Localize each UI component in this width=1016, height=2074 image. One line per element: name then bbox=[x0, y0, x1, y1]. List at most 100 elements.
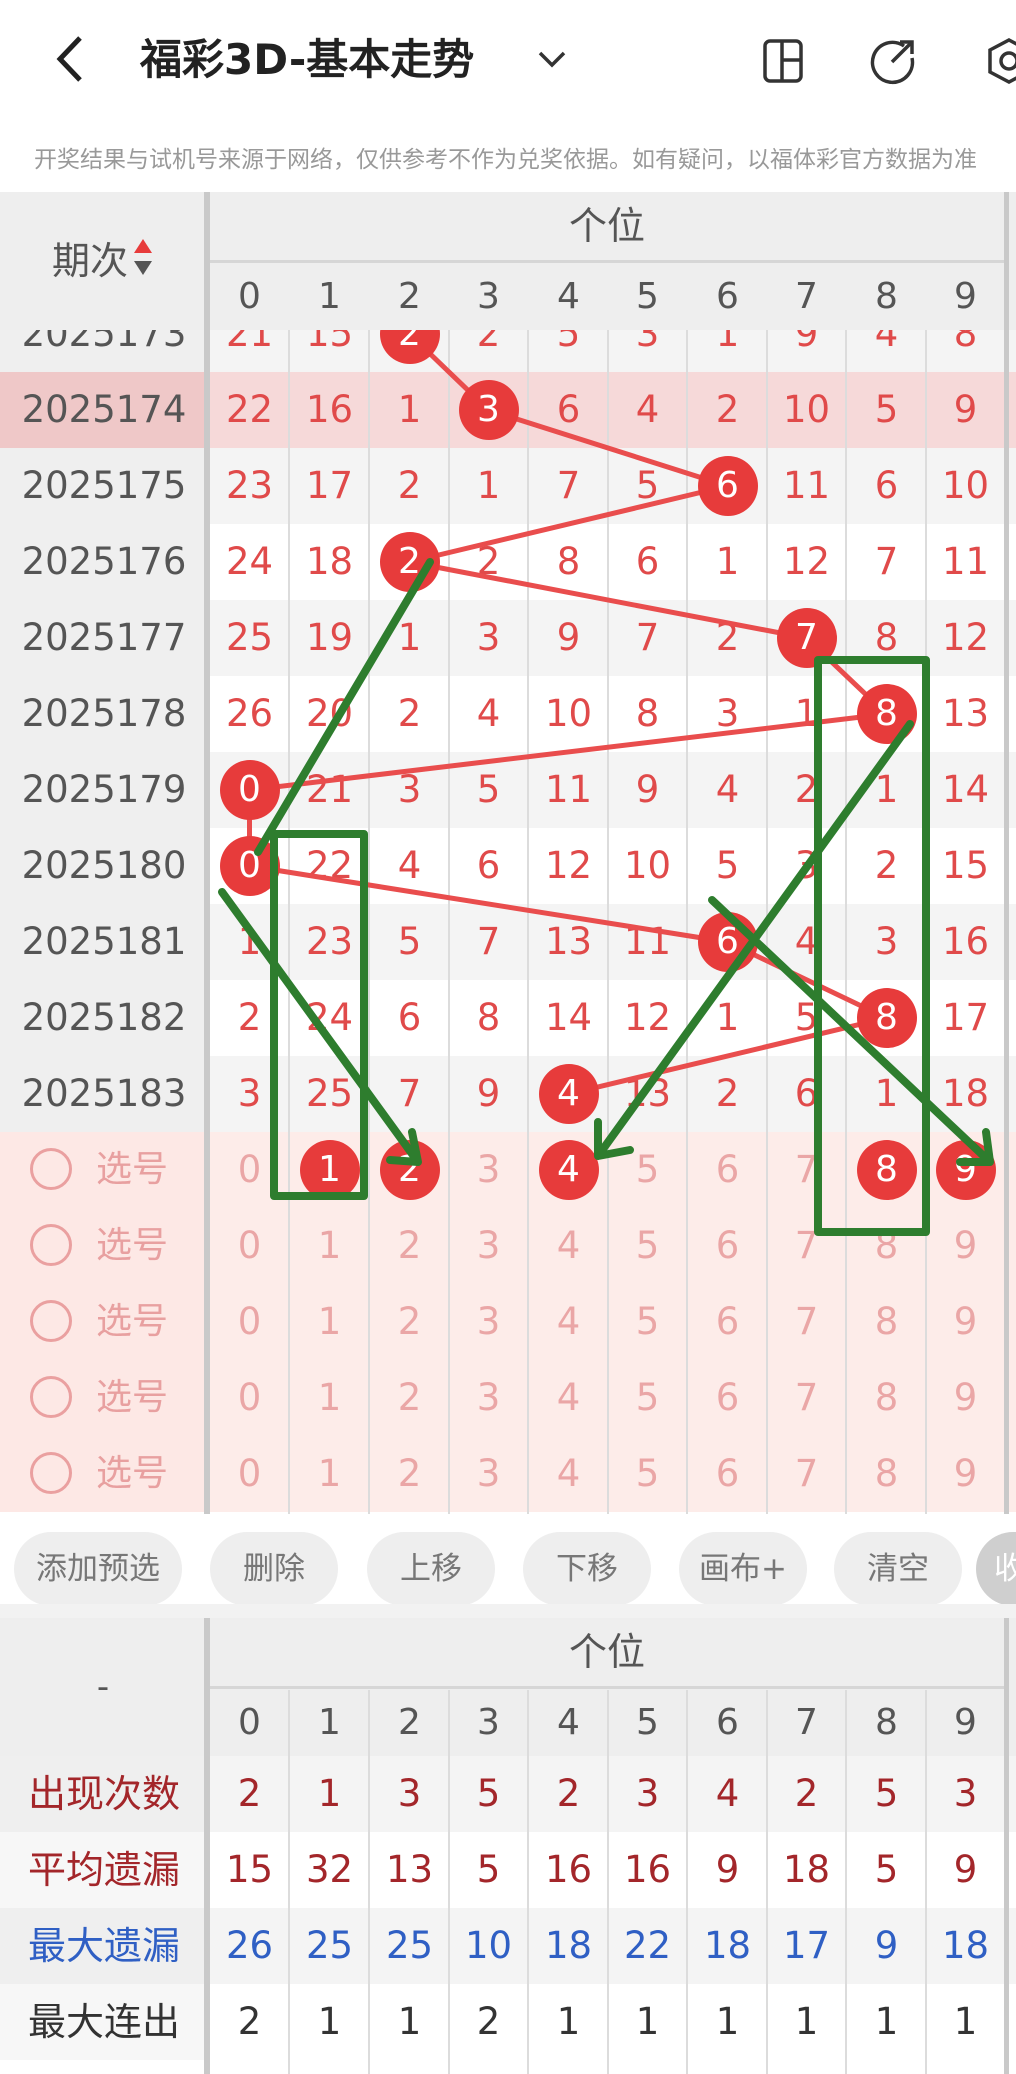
chevron-down-icon[interactable] bbox=[535, 42, 569, 76]
select-digit[interactable]: 1 bbox=[290, 1284, 369, 1360]
settings-icon[interactable] bbox=[984, 36, 1016, 86]
action-button-0[interactable]: 添加预选 bbox=[14, 1532, 182, 1606]
stats-row-label: 最大遗漏 bbox=[0, 1908, 208, 1984]
select-label[interactable]: 选号 bbox=[96, 1208, 168, 1284]
select-digit[interactable]: 0 bbox=[210, 1208, 289, 1284]
select-digit[interactable]: 8 bbox=[847, 1284, 926, 1360]
select-digit[interactable]: 8 bbox=[847, 1436, 926, 1512]
select-digit[interactable]: 5 bbox=[608, 1132, 687, 1208]
action-button-3[interactable]: 下移 bbox=[523, 1532, 651, 1606]
miss-count: 16 bbox=[305, 388, 354, 431]
select-label[interactable]: 选号 bbox=[96, 1132, 168, 1208]
selected-ball[interactable]: 2 bbox=[379, 1140, 440, 1200]
select-digit[interactable]: 5 bbox=[608, 1284, 687, 1360]
select-digit[interactable]: 3 bbox=[449, 1284, 528, 1360]
select-digit[interactable]: 4 bbox=[529, 1436, 608, 1512]
select-radio[interactable] bbox=[30, 1148, 72, 1190]
miss-count: 1 bbox=[397, 616, 422, 659]
select-row: 选号 0 1 2 3 4 5 6 7 8 9 bbox=[0, 1208, 1016, 1284]
period-header[interactable]: 期次 bbox=[0, 192, 206, 330]
select-radio[interactable] bbox=[30, 1300, 72, 1342]
miss-count: 15 bbox=[941, 844, 990, 887]
select-digit[interactable]: 0 bbox=[210, 1360, 289, 1436]
selected-ball[interactable]: 9 bbox=[935, 1140, 996, 1200]
select-digit[interactable]: 6 bbox=[688, 1360, 767, 1436]
select-digit[interactable]: 8 bbox=[847, 1360, 926, 1436]
select-digit[interactable]: 6 bbox=[688, 1208, 767, 1284]
select-digit[interactable]: 5 bbox=[608, 1436, 687, 1512]
stats-value: 1 bbox=[715, 2000, 740, 2043]
select-digit[interactable]: 5 bbox=[608, 1360, 687, 1436]
stats-value: 1 bbox=[874, 2000, 899, 2043]
select-digit[interactable]: 7 bbox=[767, 1360, 846, 1436]
period-label: 2025180 bbox=[21, 844, 187, 887]
select-digit[interactable]: 7 bbox=[767, 1284, 846, 1360]
digit-header: 2 bbox=[398, 276, 421, 317]
action-button-1[interactable]: 删除 bbox=[210, 1532, 338, 1606]
select-digit[interactable]: 3 bbox=[449, 1436, 528, 1512]
select-label[interactable]: 选号 bbox=[96, 1284, 168, 1360]
select-digit[interactable]: 0 bbox=[210, 1284, 289, 1360]
period-label: 2025182 bbox=[21, 996, 187, 1039]
select-radio[interactable] bbox=[30, 1376, 72, 1418]
stats-column-divider bbox=[448, 1690, 450, 2074]
phone-layout-icon[interactable] bbox=[758, 36, 808, 86]
action-button-6[interactable]: 收 bbox=[976, 1532, 1016, 1606]
stats-digit-header: 1 bbox=[318, 1702, 341, 1743]
miss-count: 7 bbox=[476, 920, 501, 963]
select-digit[interactable]: 2 bbox=[370, 1284, 449, 1360]
share-icon[interactable] bbox=[868, 36, 918, 86]
select-row: 选号 0 1 2 3 4 5 6 7 8 9 bbox=[0, 1360, 1016, 1436]
miss-count: 9 bbox=[953, 388, 978, 431]
select-radio[interactable] bbox=[30, 1452, 72, 1494]
select-digit[interactable]: 6 bbox=[688, 1284, 767, 1360]
select-digit[interactable]: 7 bbox=[767, 1436, 846, 1512]
select-digit[interactable]: 5 bbox=[608, 1208, 687, 1284]
select-label[interactable]: 选号 bbox=[96, 1436, 168, 1512]
select-digit[interactable]: 6 bbox=[688, 1132, 767, 1208]
sort-icon[interactable] bbox=[132, 195, 154, 333]
select-digit[interactable]: 1 bbox=[290, 1208, 369, 1284]
select-digit[interactable]: 2 bbox=[370, 1436, 449, 1512]
selected-ball[interactable]: 1 bbox=[299, 1140, 360, 1200]
miss-count: 4 bbox=[476, 692, 501, 735]
select-digit[interactable]: 9 bbox=[926, 1284, 1005, 1360]
back-button[interactable] bbox=[52, 34, 92, 84]
select-digit[interactable]: 2 bbox=[370, 1208, 449, 1284]
table-row: 2025179 21 3 5 11 9 4 2 1 14 bbox=[0, 752, 1016, 828]
select-digit[interactable]: 0 bbox=[210, 1436, 289, 1512]
select-digit[interactable]: 3 bbox=[449, 1360, 528, 1436]
select-digit[interactable]: 4 bbox=[529, 1284, 608, 1360]
select-digit[interactable]: 9 bbox=[926, 1436, 1005, 1512]
select-digit[interactable]: 1 bbox=[290, 1360, 369, 1436]
select-digit[interactable]: 6 bbox=[688, 1436, 767, 1512]
stats-value: 1 bbox=[317, 1772, 342, 1815]
select-digit[interactable]: 4 bbox=[529, 1360, 608, 1436]
miss-count: 10 bbox=[544, 692, 593, 735]
select-digit[interactable]: 4 bbox=[529, 1208, 608, 1284]
select-digit[interactable]: 9 bbox=[926, 1360, 1005, 1436]
action-button-2[interactable]: 上移 bbox=[367, 1532, 495, 1606]
select-digit[interactable]: 3 bbox=[449, 1132, 528, 1208]
miss-count: 3 bbox=[874, 920, 899, 963]
select-digit[interactable]: 7 bbox=[767, 1208, 846, 1284]
stats-value: 18 bbox=[941, 1924, 990, 1967]
select-digit[interactable]: 1 bbox=[290, 1436, 369, 1512]
stats-column-divider bbox=[288, 1690, 290, 2074]
select-digit[interactable]: 7 bbox=[767, 1132, 846, 1208]
app-header: 福彩3D-基本走势 bbox=[0, 0, 1016, 120]
miss-count: 11 bbox=[941, 540, 990, 583]
select-radio[interactable] bbox=[30, 1224, 72, 1266]
select-digit[interactable]: 3 bbox=[449, 1208, 528, 1284]
select-digit[interactable]: 9 bbox=[926, 1208, 1005, 1284]
select-label[interactable]: 选号 bbox=[96, 1360, 168, 1436]
action-button-5[interactable]: 清空 bbox=[834, 1532, 962, 1606]
action-button-4[interactable]: 画布+ bbox=[679, 1532, 807, 1606]
select-digit[interactable]: 8 bbox=[847, 1208, 926, 1284]
select-digit[interactable]: 0 bbox=[210, 1132, 289, 1208]
selected-ball[interactable]: 4 bbox=[538, 1140, 599, 1200]
miss-count: 18 bbox=[305, 540, 354, 583]
select-digit[interactable]: 2 bbox=[370, 1360, 449, 1436]
selected-ball[interactable]: 8 bbox=[856, 1140, 917, 1200]
page-title[interactable]: 福彩3D-基本走势 bbox=[140, 30, 474, 90]
